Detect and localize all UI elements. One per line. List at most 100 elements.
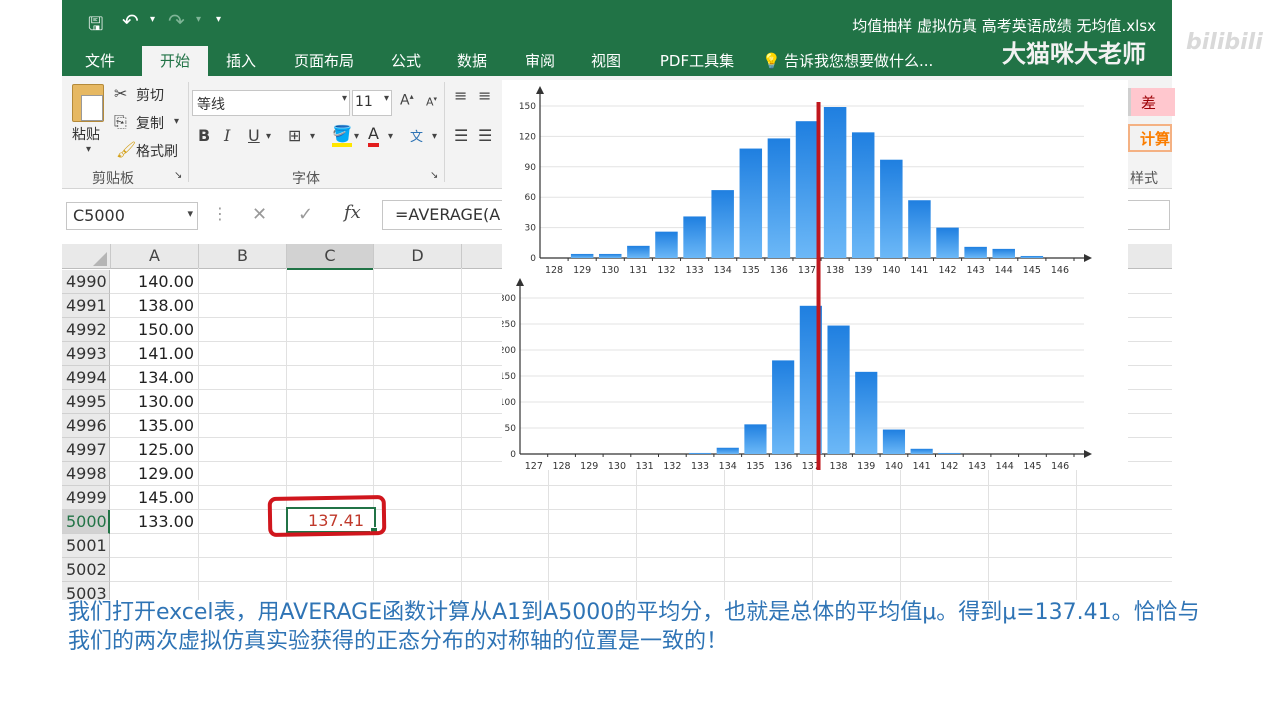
cell-a-value[interactable]: 130.00	[112, 390, 194, 414]
paste-button[interactable]: 粘贴	[72, 124, 100, 144]
borders-icon[interactable]: ⊞	[288, 126, 301, 145]
underline-button[interactable]: U	[248, 126, 260, 145]
column-header-d[interactable]: D	[374, 244, 462, 269]
tab-page-layout[interactable]: 页面布局	[282, 46, 366, 76]
copy-dropdown-icon[interactable]: ▾	[174, 116, 179, 127]
x-tick-label: 139	[857, 461, 875, 470]
paste-icon[interactable]	[72, 84, 104, 122]
row-header[interactable]: 4990	[62, 270, 110, 294]
column-header-a[interactable]: A	[111, 244, 199, 269]
cell-a-value[interactable]: 134.00	[112, 366, 194, 390]
enter-icon[interactable]: ✓	[298, 204, 313, 225]
font-size-dropdown-icon: ▾	[383, 93, 389, 104]
paste-dropdown-icon[interactable]: ▾	[86, 144, 91, 155]
copy-icon: ⎘	[114, 112, 127, 131]
cell-a-value[interactable]: 145.00	[112, 486, 194, 510]
row-header[interactable]: 4995	[62, 390, 110, 414]
tell-me-search[interactable]: 告诉我您想要做什么...	[784, 46, 944, 76]
row-header[interactable]: 4993	[62, 342, 110, 366]
align-middle-icon[interactable]: ≡	[478, 86, 491, 105]
insert-function-icon[interactable]: fx	[344, 202, 361, 223]
customize-toolbar-icon[interactable]: ▾	[216, 14, 221, 25]
formula-bar-grip-icon: ⋮	[212, 204, 228, 223]
decrease-font-icon[interactable]: A▾	[426, 95, 437, 109]
y-tick-label: 30	[525, 224, 537, 234]
cell-a-value[interactable]	[112, 558, 194, 582]
italic-button[interactable]: I	[224, 126, 230, 145]
cell-a-value[interactable]: 140.00	[112, 270, 194, 294]
phonetic-icon[interactable]: 文	[410, 126, 423, 145]
row-header[interactable]: 4994	[62, 366, 110, 390]
row-header[interactable]: 4999	[62, 486, 110, 510]
bold-button[interactable]: B	[198, 126, 210, 145]
save-icon[interactable]: 🖫	[88, 12, 103, 42]
cell-a-value[interactable]: 138.00	[112, 294, 194, 318]
cell-a-value[interactable]: 129.00	[112, 462, 194, 486]
font-color-dropdown-icon[interactable]: ▾	[388, 131, 393, 142]
align-center-icon[interactable]: ☰	[478, 126, 492, 145]
tab-file[interactable]: 文件	[70, 46, 130, 76]
fill-color-icon[interactable]: 🪣	[332, 124, 352, 147]
histogram-bar	[880, 159, 903, 258]
redo-dropdown-icon[interactable]: ▾	[196, 14, 201, 25]
undo-dropdown-icon[interactable]: ▾	[150, 14, 155, 25]
tab-insert[interactable]: 插入	[212, 46, 270, 76]
row-header[interactable]: 5000	[62, 510, 110, 534]
align-top-icon[interactable]: ≡	[454, 86, 467, 105]
font-size-select[interactable]: 11 ▾	[352, 90, 392, 116]
row-header[interactable]: 4992	[62, 318, 110, 342]
cell-a-value[interactable]	[112, 534, 194, 558]
x-tick-label: 129	[573, 265, 591, 276]
x-tick-label: 138	[829, 461, 847, 470]
phonetic-dropdown-icon[interactable]: ▾	[432, 131, 437, 142]
cancel-icon[interactable]: ✕	[252, 204, 267, 225]
cell-a-value[interactable]: 125.00	[112, 438, 194, 462]
row-header[interactable]: 5001	[62, 534, 110, 558]
format-painter-button[interactable]: 格式刷	[136, 141, 178, 161]
undo-icon[interactable]: ↶	[122, 9, 139, 33]
font-color-icon[interactable]: A	[368, 124, 379, 147]
align-left-icon[interactable]: ☰	[454, 126, 468, 145]
row-header[interactable]: 4991	[62, 294, 110, 318]
clipboard-launcher-icon[interactable]: ↘	[174, 170, 182, 181]
name-box[interactable]: C5000 ▾	[66, 202, 198, 230]
font-launcher-icon[interactable]: ↘	[430, 170, 438, 181]
tab-data[interactable]: 数据	[444, 46, 500, 76]
tab-formulas[interactable]: 公式	[378, 46, 434, 76]
column-header-c[interactable]: C	[287, 244, 374, 270]
row-header[interactable]: 4996	[62, 414, 110, 438]
x-tick-label: 130	[601, 265, 619, 276]
fill-color-dropdown-icon[interactable]: ▾	[354, 131, 359, 142]
select-all-corner[interactable]	[62, 244, 111, 269]
copy-button[interactable]: 复制	[136, 113, 164, 133]
x-tick-label: 142	[938, 265, 956, 276]
underline-dropdown-icon[interactable]: ▾	[266, 131, 271, 142]
histogram-bar	[744, 424, 767, 454]
cell-a-value[interactable]: 133.00	[112, 510, 194, 534]
row-header[interactable]: 5002	[62, 558, 110, 582]
cell-a-value[interactable]: 150.00	[112, 318, 194, 342]
tab-home[interactable]: 开始	[142, 46, 208, 76]
tab-pdf-tools[interactable]: PDF工具集	[652, 46, 742, 76]
histogram-bar	[683, 216, 706, 258]
font-name-select[interactable]: 等线 ▾	[192, 90, 350, 116]
cell-a-value[interactable]: 135.00	[112, 414, 194, 438]
borders-dropdown-icon[interactable]: ▾	[310, 131, 315, 142]
column-header-b[interactable]: B	[199, 244, 287, 269]
redo-icon[interactable]: ↷	[168, 9, 185, 33]
x-tick-label: 141	[913, 461, 931, 470]
scissors-icon: ✂	[114, 84, 128, 103]
style-calc-cell[interactable]: 计算	[1128, 124, 1172, 152]
x-tick-label: 134	[719, 461, 737, 470]
style-bad-cell[interactable]: 差	[1128, 88, 1175, 116]
tab-view[interactable]: 视图	[578, 46, 634, 76]
row-header[interactable]: 4997	[62, 438, 110, 462]
tab-review[interactable]: 审阅	[512, 46, 568, 76]
cell-a-value[interactable]: 141.00	[112, 342, 194, 366]
row-header[interactable]: 4998	[62, 462, 110, 486]
increase-font-icon[interactable]: A▴	[400, 92, 414, 109]
cut-button[interactable]: 剪切	[136, 85, 164, 105]
y-tick-label: 100	[502, 398, 516, 408]
x-tick-label: 130	[608, 461, 626, 470]
histogram-bar	[827, 325, 850, 454]
